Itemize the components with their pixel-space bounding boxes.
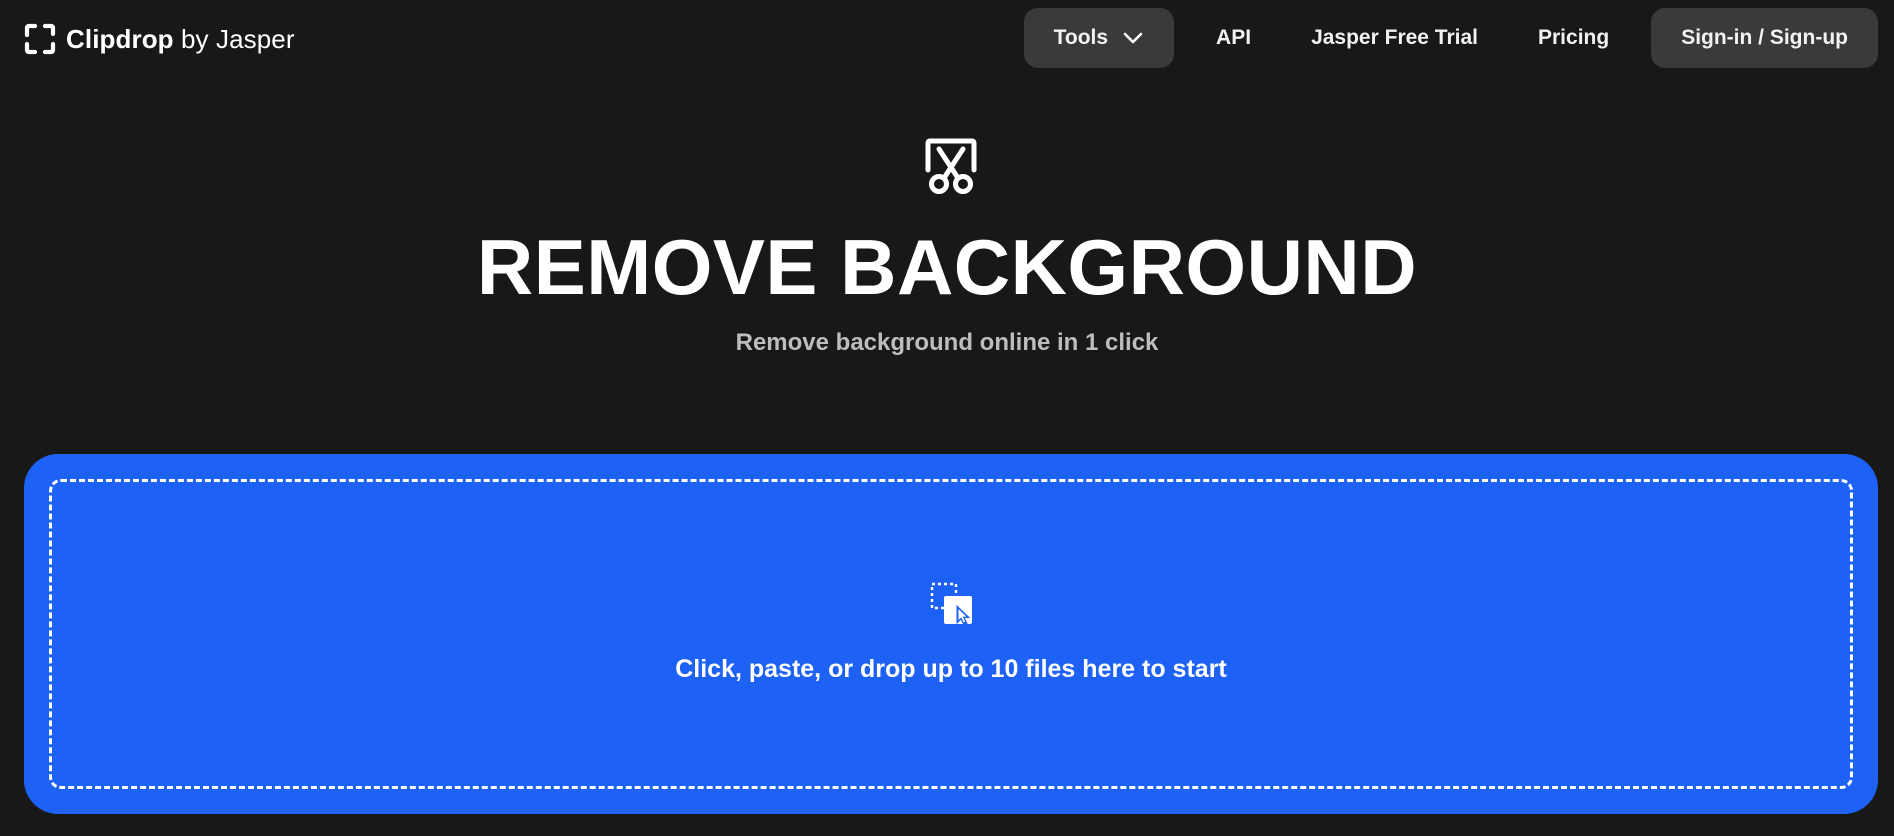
page-title: REMOVE BACKGROUND — [476, 223, 1418, 311]
page-subtitle: Remove background online in 1 click — [735, 329, 1159, 356]
signin-signup-button[interactable]: Sign-in / Sign-up — [1651, 8, 1878, 68]
chevron-down-icon — [1123, 32, 1143, 44]
nav-link-jasper-free-trial[interactable]: Jasper Free Trial — [1281, 8, 1508, 68]
tools-dropdown-button[interactable]: Tools — [1023, 8, 1175, 68]
drop-zone-dashed-border — [49, 479, 1853, 789]
logo-suffix: by Jasper — [181, 23, 295, 54]
main-nav: Tools API Jasper Free Trial Pricing Sign… — [1023, 8, 1878, 68]
nav-link-api[interactable]: API — [1186, 8, 1281, 68]
clipdrop-logo-icon — [24, 23, 56, 55]
file-drop-zone[interactable]: Click, paste, or drop up to 10 files her… — [24, 454, 1878, 814]
logo-text: Clipdrop by Jasper — [66, 24, 295, 55]
drop-zone-instructions: Click, paste, or drop up to 10 files her… — [675, 655, 1227, 683]
nav-link-pricing[interactable]: Pricing — [1508, 8, 1639, 68]
upload-file-icon — [930, 582, 972, 626]
logo-link[interactable]: Clipdrop by Jasper — [24, 22, 295, 56]
logo-brand: Clipdrop — [66, 23, 174, 54]
tools-label: Tools — [1053, 26, 1109, 49]
top-nav-bar: Clipdrop by Jasper Tools API Jasper Free… — [0, 0, 1894, 78]
page: Clipdrop by Jasper Tools API Jasper Free… — [0, 0, 1894, 836]
scissors-icon — [925, 138, 977, 194]
